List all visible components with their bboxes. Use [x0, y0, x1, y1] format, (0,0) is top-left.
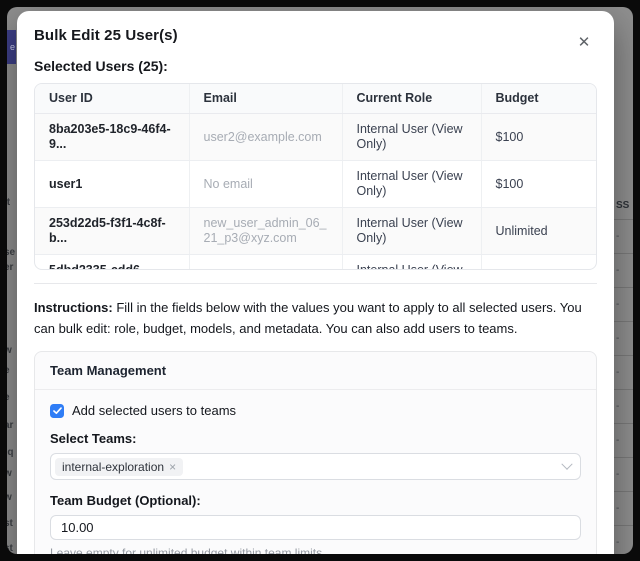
bulk-edit-modal: Bulk Edit 25 User(s) ✕ Selected Users (2…: [17, 11, 614, 554]
cell-email: new_user_admin_06_21_p3@xyz.com: [189, 208, 342, 255]
add-users-to-teams-checkbox[interactable]: [50, 404, 64, 418]
table-row: 5dbd2335-cdd6-47ca-b...interInternal Use…: [35, 255, 596, 271]
selected-users-table[interactable]: User ID Email Current Role Budget 8ba203…: [34, 83, 597, 270]
team-budget-input[interactable]: [50, 515, 581, 540]
table-row: 8ba203e5-18c9-46f4-9...user2@example.com…: [35, 114, 596, 161]
column-header-email: Email: [189, 84, 342, 114]
close-button[interactable]: ✕: [574, 33, 594, 53]
cell-email: inter: [189, 255, 342, 271]
column-header-user-id: User ID: [35, 84, 189, 114]
cell-uid: 8ba203e5-18c9-46f4-9...: [35, 114, 189, 161]
instructions-text: Instructions: Fill in the fields below w…: [34, 297, 597, 339]
cell-role: Internal User (View Only): [342, 114, 481, 161]
add-users-checkbox-label: Add selected users to teams: [72, 403, 236, 418]
background-selected-nav-item: e: [7, 30, 16, 64]
cell-budget: $100: [481, 161, 596, 208]
background-text-fragment: se: [7, 247, 15, 258]
background-text-fragment: lt: [7, 197, 10, 208]
modal-title: Bulk Edit 25 User(s): [34, 27, 597, 44]
instructions-label: Instructions:: [34, 300, 113, 315]
cell-email: No email: [189, 161, 342, 208]
background-text-fragment: er: [7, 262, 13, 273]
team-management-header: Team Management: [35, 352, 596, 390]
background-text-fragment: e: [7, 392, 10, 403]
dimmed-background-window: e ltseerweear-qwwstst SS ---------- Bulk…: [7, 7, 633, 554]
background-text-fragment: -q: [7, 447, 13, 458]
tag-remove-icon[interactable]: ×: [169, 460, 176, 474]
column-header-budget: Budget: [481, 84, 596, 114]
background-text-fragment: st: [7, 518, 13, 529]
table-header-row: User ID Email Current Role Budget: [35, 84, 596, 114]
select-teams-label: Select Teams:: [50, 431, 581, 446]
team-budget-label: Team Budget (Optional):: [50, 493, 581, 508]
background-text-fragment: w: [7, 345, 12, 356]
team-tag-label: internal-exploration: [62, 460, 164, 474]
cell-role: Internal User (View Only): [342, 208, 481, 255]
check-icon: [53, 407, 62, 415]
cell-budget: Unlimited: [481, 255, 596, 271]
cell-uid: user1: [35, 161, 189, 208]
team-management-card: Team Management Add selected users to te…: [34, 351, 597, 554]
cell-role: Internal User (View Only): [342, 255, 481, 271]
cell-budget: $100: [481, 114, 596, 161]
close-icon: ✕: [578, 34, 591, 51]
budget-helper-text: Leave empty for unlimited budget within …: [50, 546, 581, 554]
background-text-fragment: w: [7, 492, 12, 503]
background-text-fragment: w: [7, 468, 12, 479]
team-tag: internal-exploration ×: [55, 458, 183, 476]
table-row: 253d22d5-f3f1-4c8f-b...new_user_admin_06…: [35, 208, 596, 255]
background-text-fragment: st: [7, 543, 13, 554]
background-text-fragment: e: [7, 365, 10, 376]
selected-users-label: Selected Users (25):: [34, 58, 597, 74]
column-header-current-role: Current Role: [342, 84, 481, 114]
background-text-fragment: ar: [7, 420, 13, 431]
teams-multiselect[interactable]: internal-exploration ×: [50, 453, 581, 480]
divider: [34, 283, 597, 284]
cell-email: user2@example.com: [189, 114, 342, 161]
cell-role: Internal User (View Only): [342, 161, 481, 208]
table-row: user1No emailInternal User (View Only)$1…: [35, 161, 596, 208]
cell-budget: Unlimited: [481, 208, 596, 255]
cell-uid: 5dbd2335-cdd6-47ca-b...: [35, 255, 189, 271]
chevron-down-icon: [561, 458, 572, 469]
cell-uid: 253d22d5-f3f1-4c8f-b...: [35, 208, 189, 255]
